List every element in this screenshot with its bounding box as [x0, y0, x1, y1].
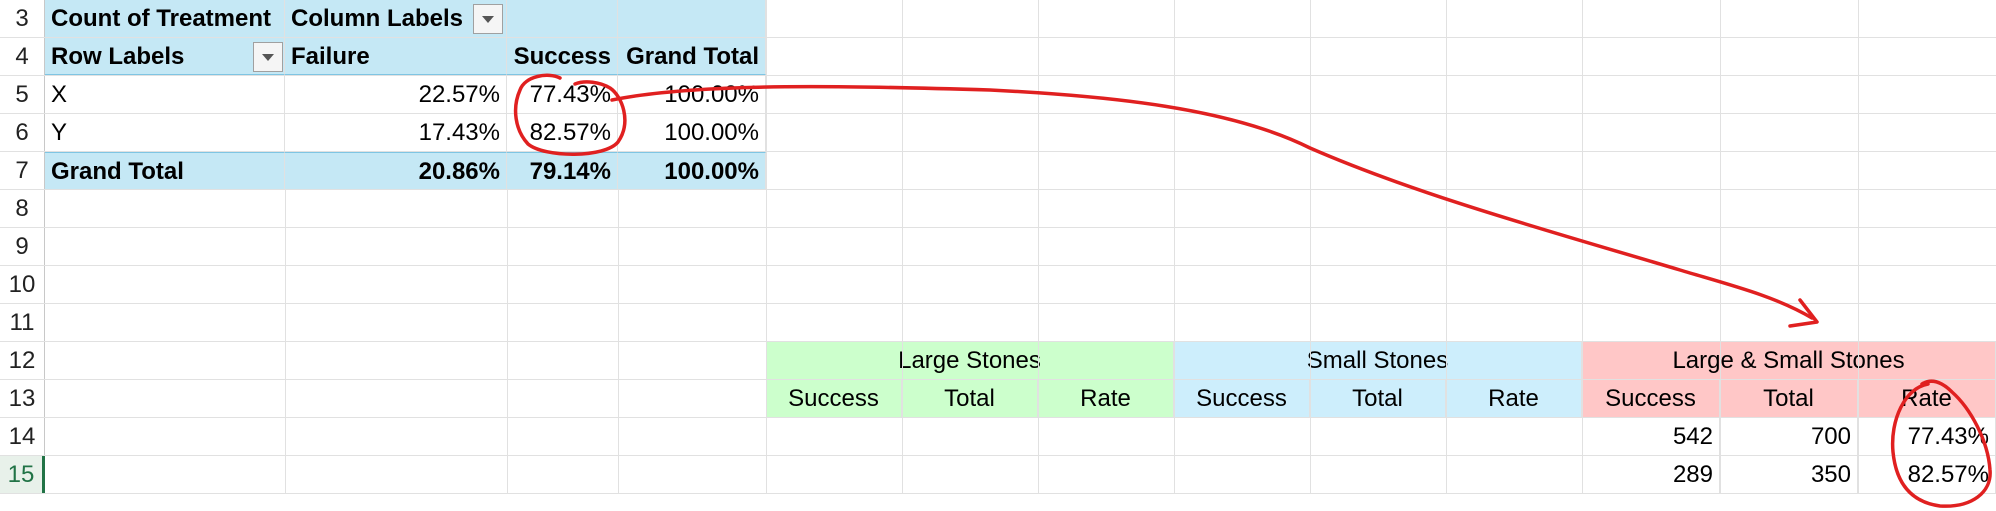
combined-success-cell[interactable]: 289 [1582, 456, 1720, 493]
sheet-row-9: 9 [0, 228, 1996, 266]
subheader-large-rate[interactable]: Rate [1038, 380, 1174, 417]
combined-total-cell[interactable]: 350 [1720, 456, 1858, 493]
combined-total-cell[interactable]: 700 [1720, 418, 1858, 455]
pivot-cell-success[interactable]: 77.43% [507, 76, 618, 113]
sheet-row-11: 11 [0, 304, 1996, 342]
subheader-small-rate[interactable]: Rate [1446, 380, 1582, 417]
pivot-header-grand-total[interactable]: Grand Total [618, 38, 766, 75]
subheader-combined-rate[interactable]: Rate [1858, 380, 1996, 417]
pivot-grand-total-total[interactable]: 100.00% [618, 152, 766, 189]
row-header[interactable]: 9 [0, 228, 45, 265]
sheet-row-13: 13 Success Total Rate Success Total Rate… [0, 380, 1996, 418]
sheet-row-3: 3 Count of Treatment Column Labels [0, 0, 1996, 38]
pivot-row-labels[interactable]: Row Labels [45, 38, 285, 75]
subheader-small-total[interactable]: Total [1310, 380, 1446, 417]
combined-rate-cell[interactable]: 82.57% [1858, 456, 1996, 493]
pivot-cell-total[interactable]: 100.00% [618, 76, 766, 113]
pivot-grand-total-label[interactable]: Grand Total [45, 152, 285, 189]
pivot-cell-failure[interactable]: 17.43% [285, 114, 507, 151]
pivot-grand-total-failure[interactable]: 20.86% [285, 152, 507, 189]
row-header[interactable]: 12 [0, 342, 45, 379]
subheader-combined-success[interactable]: Success [1582, 380, 1720, 417]
sheet-row-15: 15 289 350 82.57% [0, 456, 1996, 494]
pivot-value-header[interactable]: Count of Treatment [45, 0, 285, 37]
row-header[interactable]: 5 [0, 76, 45, 113]
row-header[interactable]: 8 [0, 190, 45, 227]
row-header[interactable]: 3 [0, 0, 45, 37]
spreadsheet-grid[interactable]: 3 Count of Treatment Column Labels 4 Row… [0, 0, 1996, 511]
pivot-cell-failure[interactable]: 22.57% [285, 76, 507, 113]
row-header[interactable]: 14 [0, 418, 45, 455]
group-header-combined[interactable]: Large & Small Stones [1582, 342, 1996, 379]
sheet-row-7: 7 Grand Total 20.86% 79.14% 100.00% [0, 152, 1996, 190]
row-header[interactable]: 6 [0, 114, 45, 151]
row-header[interactable]: 13 [0, 380, 45, 417]
group-header-small-stones[interactable]: Small Stones [1174, 342, 1582, 379]
subheader-large-success[interactable]: Success [766, 380, 902, 417]
cell[interactable] [507, 0, 618, 37]
row-header[interactable]: 11 [0, 304, 45, 341]
subheader-large-total[interactable]: Total [902, 380, 1038, 417]
row-header-selected[interactable]: 15 [0, 456, 45, 493]
row-header[interactable]: 7 [0, 152, 45, 189]
row-header[interactable]: 10 [0, 266, 45, 303]
pivot-grand-total-success[interactable]: 79.14% [507, 152, 618, 189]
row-labels-filter-chevron-down-icon[interactable] [253, 42, 283, 72]
pivot-cell-total[interactable]: 100.00% [618, 114, 766, 151]
pivot-header-success[interactable]: Success [507, 38, 618, 75]
sheet-row-5: 5 X 22.57% 77.43% 100.00% [0, 76, 1996, 114]
cell[interactable] [618, 0, 766, 37]
subheader-small-success[interactable]: Success [1174, 380, 1310, 417]
sheet-row-10: 10 [0, 266, 1996, 304]
pivot-row-label[interactable]: X [45, 76, 285, 113]
pivot-header-failure[interactable]: Failure [285, 38, 507, 75]
combined-success-cell[interactable]: 542 [1582, 418, 1720, 455]
group-header-large-stones[interactable]: Large Stones [766, 342, 1174, 379]
column-labels-filter-chevron-down-icon[interactable] [473, 4, 503, 34]
sheet-row-4: 4 Row Labels Failure Success Grand Total [0, 38, 1996, 76]
subheader-combined-total[interactable]: Total [1720, 380, 1858, 417]
row-header[interactable]: 4 [0, 38, 45, 75]
sheet-row-8: 8 [0, 190, 1996, 228]
sheet-row-14: 14 542 700 77.43% [0, 418, 1996, 456]
pivot-cell-success[interactable]: 82.57% [507, 114, 618, 151]
combined-rate-cell[interactable]: 77.43% [1858, 418, 1996, 455]
pivot-row-label[interactable]: Y [45, 114, 285, 151]
sheet-row-6: 6 Y 17.43% 82.57% 100.00% [0, 114, 1996, 152]
sheet-row-12: 12 Large Stones Small Stones Large & Sma… [0, 342, 1996, 380]
